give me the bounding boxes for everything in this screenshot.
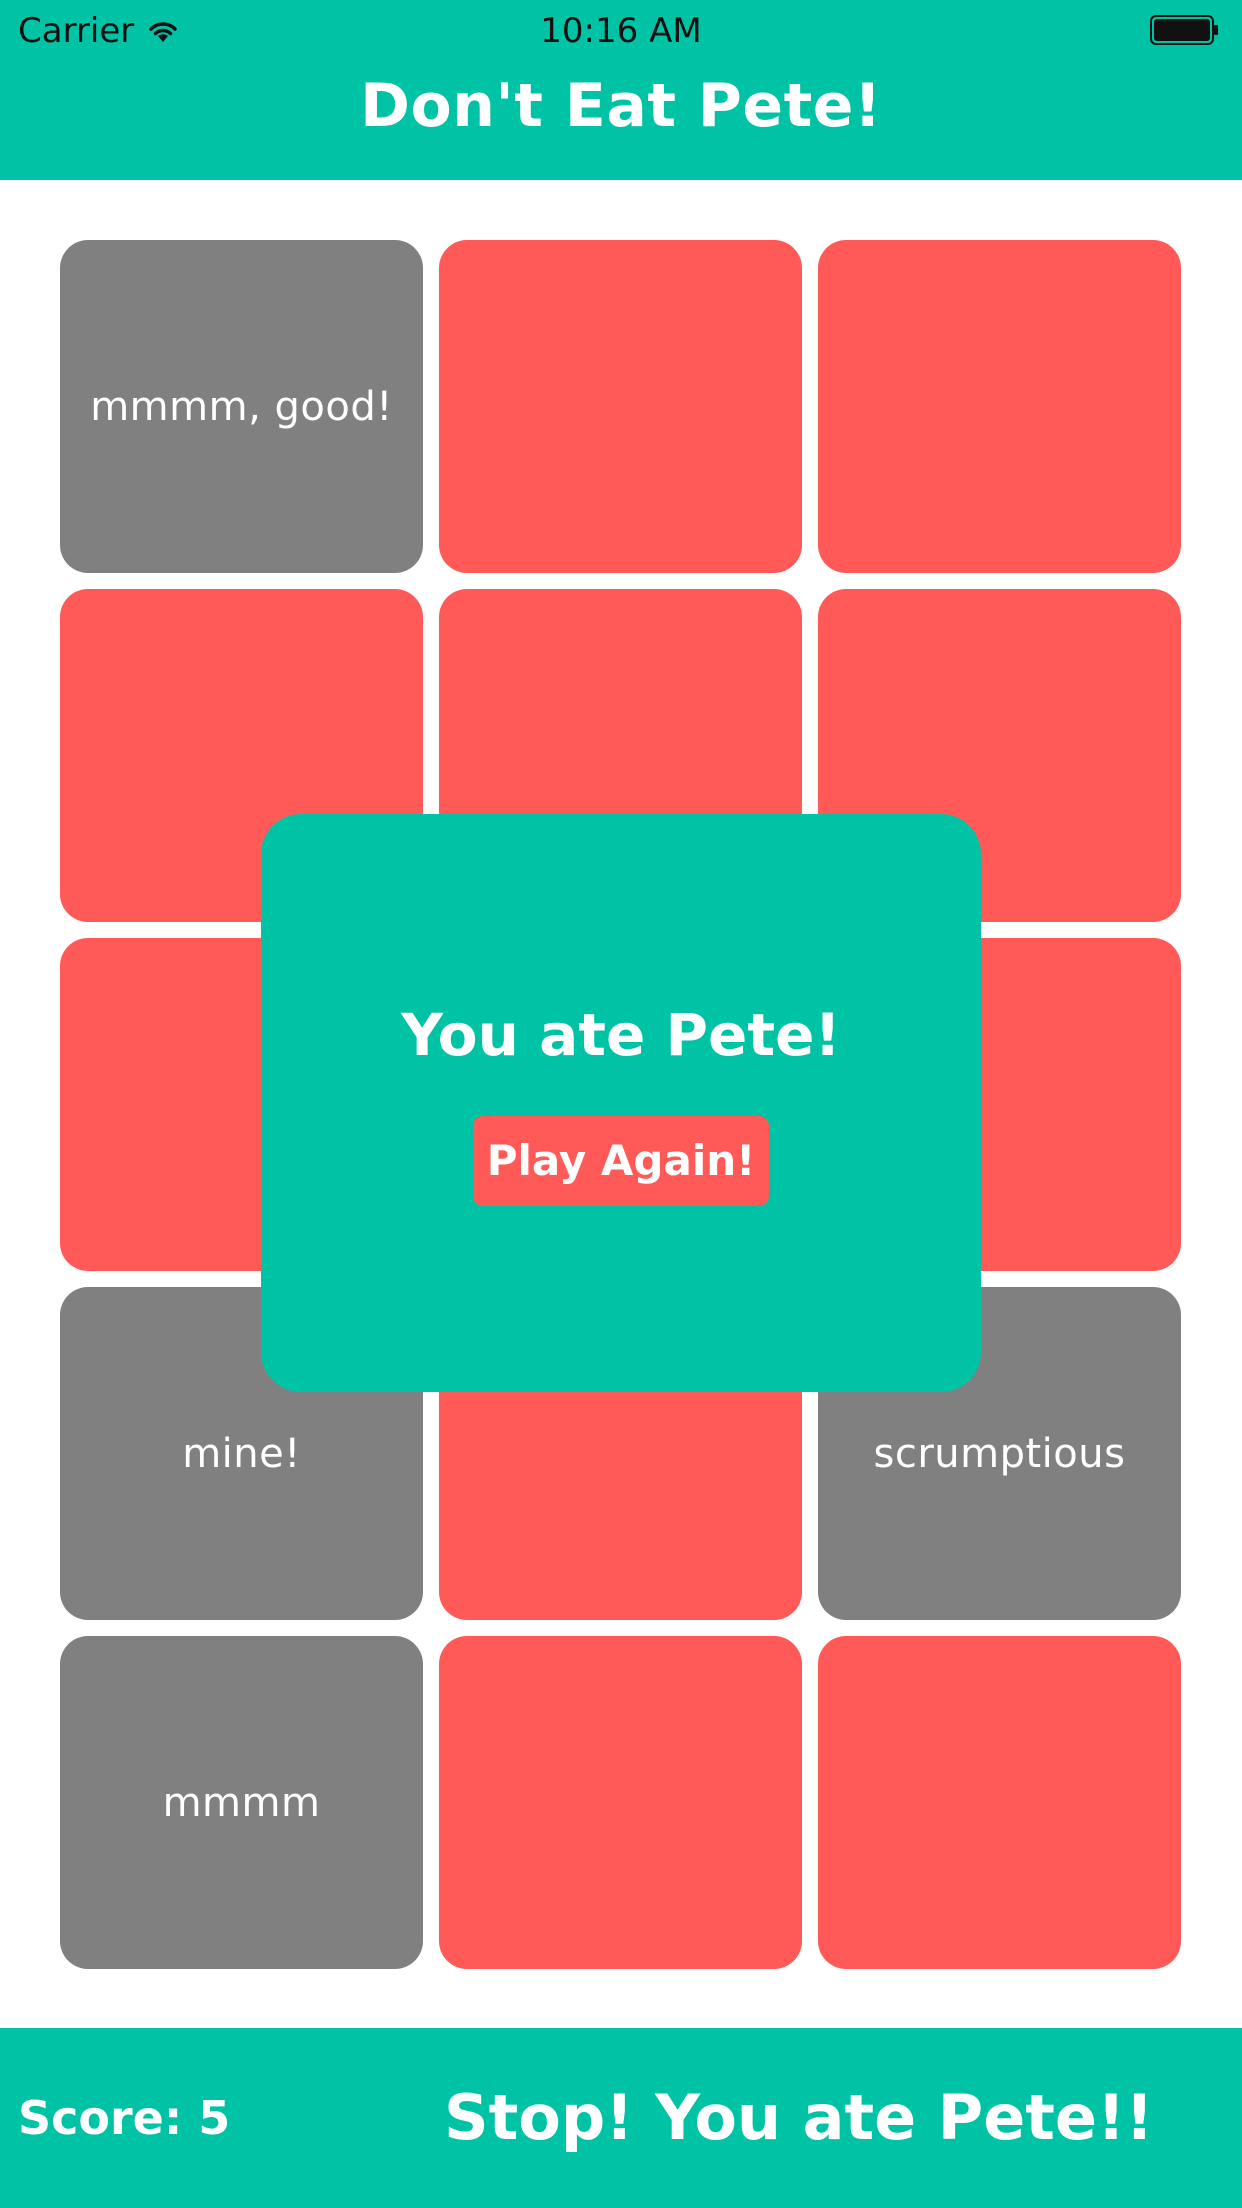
tile-15[interactable] <box>818 1636 1181 1969</box>
score-value: 5 <box>198 2091 231 2145</box>
game-status-message: Stop! You ate Pete!! <box>444 2081 1154 2154</box>
status-bar: Carrier 10:16 AM <box>0 0 1242 62</box>
tile-14[interactable] <box>439 1636 802 1969</box>
play-again-button[interactable]: Play Again! <box>473 1116 769 1206</box>
battery-icon <box>1150 15 1218 45</box>
score-label: Score: <box>18 2091 183 2145</box>
tile-label: mmmm, good! <box>90 383 393 430</box>
tile-3[interactable] <box>818 240 1181 573</box>
page-title: Don't Eat Pete! <box>360 71 882 141</box>
tile-1[interactable]: mmmm, good! <box>60 240 423 573</box>
app-footer: Score: 5 Stop! You ate Pete!! <box>0 2028 1242 2208</box>
status-time: 10:16 AM <box>540 11 702 51</box>
tile-2[interactable] <box>439 240 802 573</box>
score-display: Score: 5 <box>18 2028 230 2208</box>
tile-label: mine! <box>182 1430 301 1477</box>
tile-label: mmmm <box>162 1779 321 1826</box>
app-header: Carrier 10:16 AM Don't Eat Pete! <box>0 0 1242 180</box>
tile-label: scrumptious <box>873 1430 1126 1477</box>
dialog-title: You ate Pete! <box>401 1001 841 1069</box>
game-over-dialog: You ate Pete! Play Again! <box>261 814 981 1392</box>
tile-13[interactable]: mmmm <box>60 1636 423 1969</box>
